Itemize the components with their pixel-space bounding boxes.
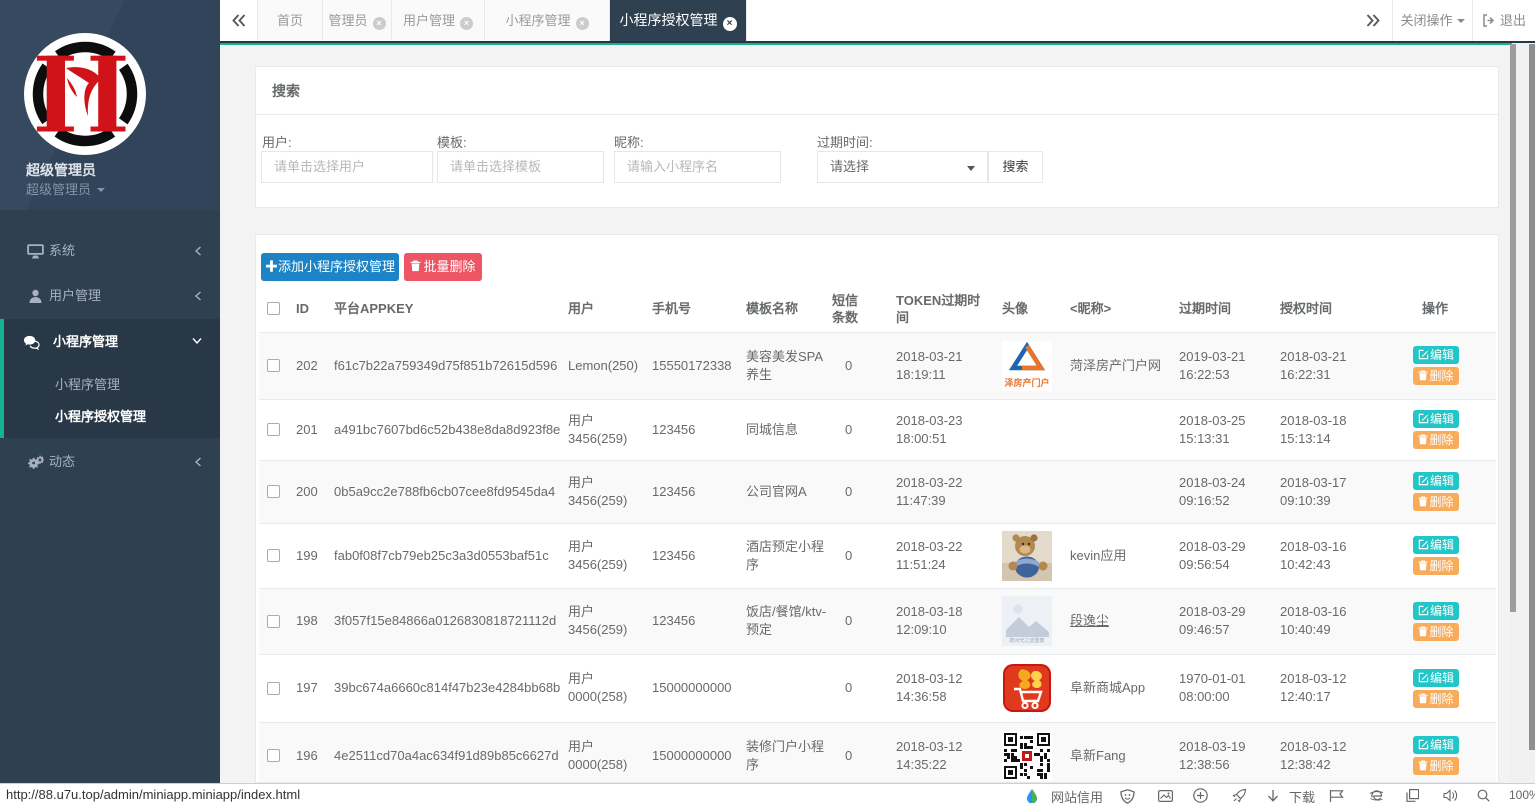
svg-text:随对光之流重奏: 随对光之流重奏 [1009,637,1044,644]
svg-text:泽房产门户: 泽房产门户 [1004,377,1049,388]
